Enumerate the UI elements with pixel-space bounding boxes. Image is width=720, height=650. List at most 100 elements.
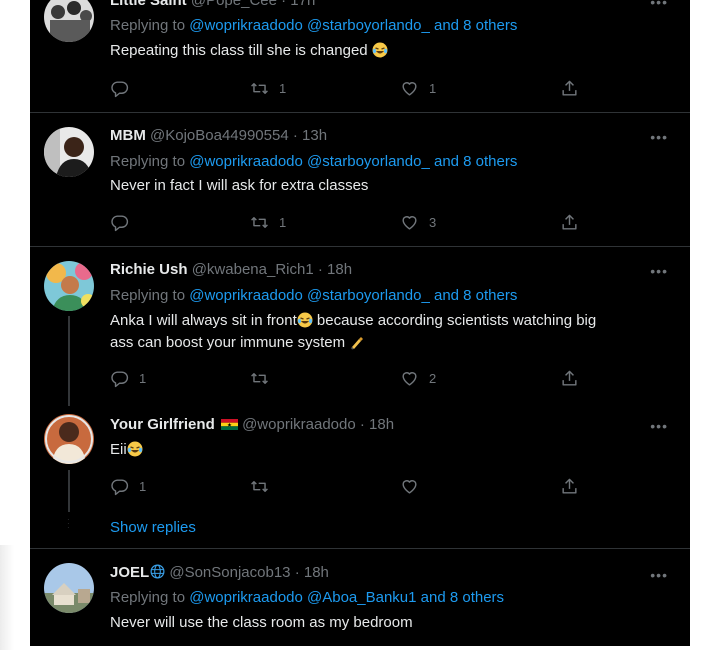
like-button[interactable]: 1 bbox=[400, 77, 436, 99]
heart-icon bbox=[402, 371, 417, 386]
tweet-text: Anka I will always sit in front because … bbox=[110, 310, 670, 354]
more-icon[interactable]: ••• bbox=[650, 129, 668, 145]
share-button[interactable] bbox=[560, 211, 579, 233]
tweet-your-girlfriend[interactable]: Your Girlfriend @woprikraadodo · 18h •••… bbox=[30, 402, 690, 512]
retweet-button[interactable] bbox=[250, 475, 279, 497]
display-name[interactable]: Little Saint bbox=[110, 0, 187, 9]
tweet-text-content: Anka I will always sit in front bbox=[110, 312, 297, 329]
handle[interactable]: @woprikraadodo bbox=[242, 416, 356, 433]
show-replies-link[interactable]: Show replies bbox=[110, 519, 196, 536]
share-icon bbox=[562, 370, 577, 386]
replying-label: Replying to bbox=[110, 287, 186, 304]
timestamp[interactable]: · 18h bbox=[318, 261, 352, 278]
like-button[interactable]: 3 bbox=[400, 211, 436, 233]
replying-to: Replying to @woprikraadodo @starboyorlan… bbox=[110, 287, 517, 304]
tweet-text: Repeating this class till she is changed bbox=[110, 40, 670, 62]
avatar[interactable] bbox=[44, 414, 94, 464]
heart-icon bbox=[402, 215, 417, 230]
replying-label: Replying to bbox=[110, 589, 186, 606]
timestamp[interactable]: · 18h bbox=[360, 416, 394, 433]
share-icon bbox=[562, 214, 577, 230]
display-name[interactable]: Richie Ush bbox=[110, 261, 188, 278]
handle[interactable]: @KojoBoa44990554 bbox=[150, 127, 289, 144]
tweet-header: JOEL @SonSonjacob13 · 18h bbox=[110, 564, 329, 581]
tweet-richie-ush[interactable]: Richie Ush @kwabena_Rich1 · 18h ••• Repl… bbox=[30, 247, 690, 402]
mention-links[interactable]: @woprikraadodo @starboyorlando_ and 8 ot… bbox=[189, 153, 517, 170]
share-button[interactable] bbox=[560, 367, 579, 389]
reply-icon bbox=[111, 214, 129, 231]
more-icon[interactable]: ••• bbox=[650, 0, 668, 10]
tweet-actions: 1 3 bbox=[110, 211, 590, 233]
share-button[interactable] bbox=[560, 77, 579, 99]
share-icon bbox=[562, 80, 577, 96]
tweet-mbm[interactable]: MBM @KojoBoa44990554 · 13h ••• Replying … bbox=[30, 113, 690, 246]
more-icon[interactable]: ••• bbox=[650, 567, 668, 583]
timestamp[interactable]: · 13h bbox=[293, 127, 327, 144]
reply-button[interactable] bbox=[110, 77, 139, 99]
handle[interactable]: @kwabena_Rich1 bbox=[192, 261, 314, 278]
avatar[interactable] bbox=[44, 261, 94, 311]
tweet-text: Never in fact I will ask for extra class… bbox=[110, 175, 670, 197]
like-button[interactable] bbox=[400, 475, 429, 497]
tweet-little-saint[interactable]: Little Saint @Pope_Cee · 17h ••• Replyin… bbox=[30, 0, 690, 112]
mention-links[interactable]: @woprikraadodo @starboyorlando_ and 8 ot… bbox=[189, 17, 517, 34]
reply-count: 1 bbox=[139, 370, 147, 386]
avatar[interactable] bbox=[44, 563, 94, 613]
handle[interactable]: @SonSonjacob13 bbox=[169, 564, 290, 581]
tweet-actions: 1 bbox=[110, 475, 590, 497]
reply-count: 1 bbox=[139, 478, 147, 494]
avatar[interactable] bbox=[44, 0, 94, 42]
like-count: 2 bbox=[429, 370, 437, 386]
writing-hand-emoji-icon bbox=[351, 337, 364, 350]
tweet-text: Eii bbox=[110, 439, 670, 461]
reply-button[interactable]: 1 bbox=[110, 367, 146, 389]
laughing-emoji-icon bbox=[127, 441, 143, 457]
display-name[interactable]: JOEL bbox=[110, 564, 149, 581]
reply-icon bbox=[111, 370, 129, 387]
reply-icon bbox=[111, 478, 129, 495]
retweet-button[interactable] bbox=[250, 367, 279, 389]
replying-label: Replying to bbox=[110, 17, 186, 34]
ghana-flag-icon bbox=[220, 419, 238, 430]
tweet-header: Your Girlfriend @woprikraadodo · 18h bbox=[110, 416, 394, 433]
avatar[interactable] bbox=[44, 127, 94, 177]
replying-to: Replying to @woprikraadodo @starboyorlan… bbox=[110, 17, 517, 34]
tweet-actions: 1 2 bbox=[110, 367, 590, 389]
heart-icon bbox=[402, 81, 417, 96]
reply-button[interactable] bbox=[110, 211, 139, 233]
like-count: 3 bbox=[429, 214, 437, 230]
timestamp[interactable]: · 18h bbox=[295, 564, 329, 581]
like-button[interactable]: 2 bbox=[400, 367, 436, 389]
reply-button[interactable]: 1 bbox=[110, 475, 146, 497]
tweet-text: Never will use the class room as my bedr… bbox=[110, 612, 670, 634]
tweet-text-content: Repeating this class till she is changed bbox=[110, 42, 368, 59]
retweet-button[interactable]: 1 bbox=[250, 211, 286, 233]
display-name[interactable]: MBM bbox=[110, 127, 146, 144]
mention-links[interactable]: @woprikraadodo @Aboa_Banku1 and 8 others bbox=[189, 589, 504, 606]
tweet-text-content: Eii bbox=[110, 441, 127, 458]
tweet-text-content: Never will use the class room as my bedr… bbox=[110, 614, 413, 631]
more-icon[interactable]: ••• bbox=[650, 418, 668, 434]
reply-icon bbox=[111, 80, 129, 97]
display-name[interactable]: Your Girlfriend bbox=[110, 416, 215, 433]
handle[interactable]: @Pope_Cee bbox=[191, 0, 277, 9]
retweet-icon bbox=[251, 82, 268, 94]
retweet-icon bbox=[251, 372, 268, 384]
tweet-joel[interactable]: JOEL @SonSonjacob13 · 18h ••• Replying t… bbox=[30, 549, 690, 646]
tweet-actions: 1 1 bbox=[110, 77, 590, 99]
mention-links[interactable]: @woprikraadodo @starboyorlando_ and 8 ot… bbox=[189, 287, 517, 304]
like-count: 1 bbox=[429, 80, 437, 96]
tweet-text-content: because according scientists watching bi… bbox=[312, 312, 597, 329]
reply-feed: Little Saint @Pope_Cee · 17h ••• Replyin… bbox=[30, 0, 690, 646]
tweet-header: MBM @KojoBoa44990554 · 13h bbox=[110, 127, 327, 144]
retweet-icon bbox=[251, 480, 268, 492]
share-button[interactable] bbox=[560, 475, 579, 497]
replying-to: Replying to @woprikraadodo @Aboa_Banku1 … bbox=[110, 589, 504, 606]
tweet-header: Little Saint @Pope_Cee · 17h bbox=[110, 0, 315, 9]
retweet-button[interactable]: 1 bbox=[250, 77, 286, 99]
replying-label: Replying to bbox=[110, 153, 186, 170]
retweet-count: 1 bbox=[279, 214, 287, 230]
more-icon[interactable]: ••• bbox=[650, 263, 668, 279]
timestamp[interactable]: · 17h bbox=[281, 0, 315, 9]
replying-to: Replying to @woprikraadodo @starboyorlan… bbox=[110, 153, 517, 170]
